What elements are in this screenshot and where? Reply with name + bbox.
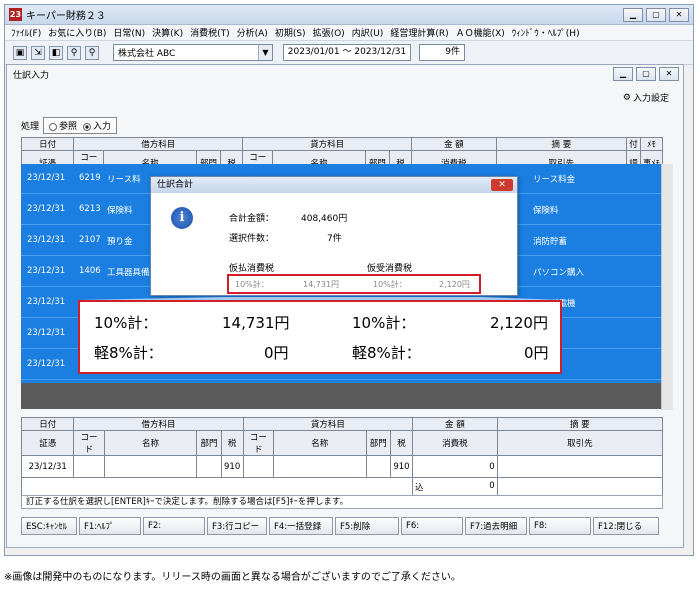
f12-close-button[interactable]: F12:閉じる: [593, 517, 659, 535]
import-icon[interactable]: ⇲: [31, 45, 45, 60]
zoom-paid-10-value: 14,731円: [222, 314, 290, 332]
print-icon[interactable]: ◧: [49, 45, 63, 60]
toolbar: ▣ ⇲ ◧ ⚲ ⚲ 株式会社 ABC ▼ 2023/01/01 ～ 2023/1…: [5, 41, 693, 65]
vertical-scrollbar[interactable]: [661, 164, 673, 410]
info-icon: i: [171, 207, 193, 229]
window-title: キーパー財務２３: [26, 11, 106, 22]
total-amount: 408,460円: [301, 214, 348, 224]
tax-summary-highlight: 10%計： 14,731円 10%計： 2,120円: [227, 274, 481, 294]
menu-closing[interactable]: 決算(K): [152, 26, 183, 39]
f1-help-button[interactable]: F1:ﾍﾙﾌﾟ: [79, 517, 141, 535]
radio-input[interactable]: 入力: [83, 119, 111, 132]
zoomed-tax-summary: 10%計： 14,731円 10%計： 2,120円 軽8%計： 0円 軽8%計…: [78, 300, 562, 374]
search-next-icon[interactable]: ⚲: [85, 45, 99, 60]
menu-management[interactable]: 経営理計算(R): [390, 26, 448, 39]
menu-ao[interactable]: ＡＯ機能(X): [456, 26, 505, 39]
dialog-title: 仕訳合計 ✕: [151, 177, 517, 193]
zoom-received-8-label: 軽8%計：: [352, 344, 421, 362]
entry-tax-row[interactable]: 込0: [20, 477, 664, 496]
settings-icon: ⚙: [622, 92, 631, 103]
process-label: 処理: [21, 122, 40, 132]
menu-window-help[interactable]: ｳｨﾝﾄﾞｳ・ﾍﾙﾌﾟ(H): [512, 26, 580, 39]
f5-delete-button[interactable]: F5:削除: [335, 517, 399, 535]
esc-cancel-button[interactable]: ESC:ｷｬﾝｾﾙ: [21, 517, 77, 535]
f4-bulk-register-button[interactable]: F4:一括登録: [269, 517, 333, 535]
f7-past-detail-button[interactable]: F7:過去明細: [465, 517, 527, 535]
entry-row[interactable]: 23/12/31 910 910 0: [20, 455, 664, 478]
maximize-button[interactable]: ▢: [646, 7, 666, 22]
child-minimize-button[interactable]: ▁: [613, 67, 633, 81]
child-maximize-button[interactable]: ▢: [636, 67, 656, 81]
menu-tax[interactable]: 消費税(T): [190, 26, 230, 39]
child-title-bar: 仕訳入力 ▁ ▢ ✕: [7, 65, 683, 83]
function-key-bar: ESC:ｷｬﾝｾﾙ F1:ﾍﾙﾌﾟ F2: F3:行コピー F4:一括登録 F5…: [21, 517, 659, 535]
close-button[interactable]: ✕: [669, 7, 689, 22]
period-field[interactable]: 2023/01/01 ～ 2023/12/31: [283, 44, 411, 61]
zoom-received-10-value: 2,120円: [490, 314, 548, 332]
search-icon[interactable]: ⚲: [67, 45, 81, 60]
entry-grid: 日付 借方科目 貸方科目 金 額 摘 要 証憑 コード 名称 部門 税 コード …: [20, 417, 664, 496]
selected-count: 7件: [327, 234, 342, 244]
child-title: 仕訳入力: [13, 70, 50, 81]
dialog-close-button[interactable]: ✕: [491, 179, 513, 191]
zoom-received-8-value: 0円: [524, 344, 549, 362]
company-select[interactable]: 株式会社 ABC ▼: [113, 44, 273, 61]
menu-initial[interactable]: 初期(S): [275, 26, 306, 39]
menu-bar: ﾌｧｲﾙ(F) お気に入り(B) 日常(N) 決算(K) 消費税(T) 分析(A…: [5, 25, 693, 41]
menu-breakdown[interactable]: 内訳(U): [352, 26, 384, 39]
f6-button[interactable]: F6:: [401, 517, 463, 535]
zoom-paid-10-label: 10%計：: [94, 314, 158, 332]
menu-daily[interactable]: 日常(N): [113, 26, 145, 39]
record-count: 9件: [419, 44, 465, 61]
save-icon[interactable]: ▣: [13, 45, 27, 60]
input-settings-button[interactable]: ⚙ 入力設定: [622, 91, 669, 105]
list-empty-area: [21, 383, 663, 409]
menu-file[interactable]: ﾌｧｲﾙ(F): [11, 26, 41, 39]
minimize-button[interactable]: ▁: [623, 7, 643, 22]
app-icon: 23: [9, 8, 22, 21]
journal-total-dialog: 仕訳合計 ✕ i 合計金額： 408,460円 選択件数： 7件 仮払消費税 仮…: [150, 176, 518, 296]
zoom-received-10-label: 10%計：: [352, 314, 416, 332]
f2-button[interactable]: F2:: [143, 517, 205, 535]
f8-button[interactable]: F8:: [529, 517, 591, 535]
status-bar: 訂正する仕訳を選択し[ENTER]ｷｰで決定します。削除する場合は[F5]ｷｰを…: [21, 495, 663, 509]
menu-favorites[interactable]: お気に入り(B): [48, 26, 106, 39]
child-close-button[interactable]: ✕: [659, 67, 679, 81]
zoom-paid-8-value: 0円: [264, 344, 289, 362]
title-bar: 23 キーパー財務２３ ▁ ▢ ✕: [5, 5, 693, 25]
footnote: ※画像は開発中のものになります。リリース時の画面と異なる場合がございますのでご了…: [4, 572, 461, 583]
process-group: 処理 参照 入力: [21, 117, 118, 134]
zoom-paid-8-label: 軽8%計：: [94, 344, 163, 362]
f3-copy-row-button[interactable]: F3:行コピー: [207, 517, 267, 535]
chevron-down-icon[interactable]: ▼: [258, 45, 272, 60]
menu-extend[interactable]: 拡張(O): [313, 26, 345, 39]
menu-analysis[interactable]: 分析(A): [237, 26, 268, 39]
radio-view[interactable]: 参照: [49, 119, 77, 132]
